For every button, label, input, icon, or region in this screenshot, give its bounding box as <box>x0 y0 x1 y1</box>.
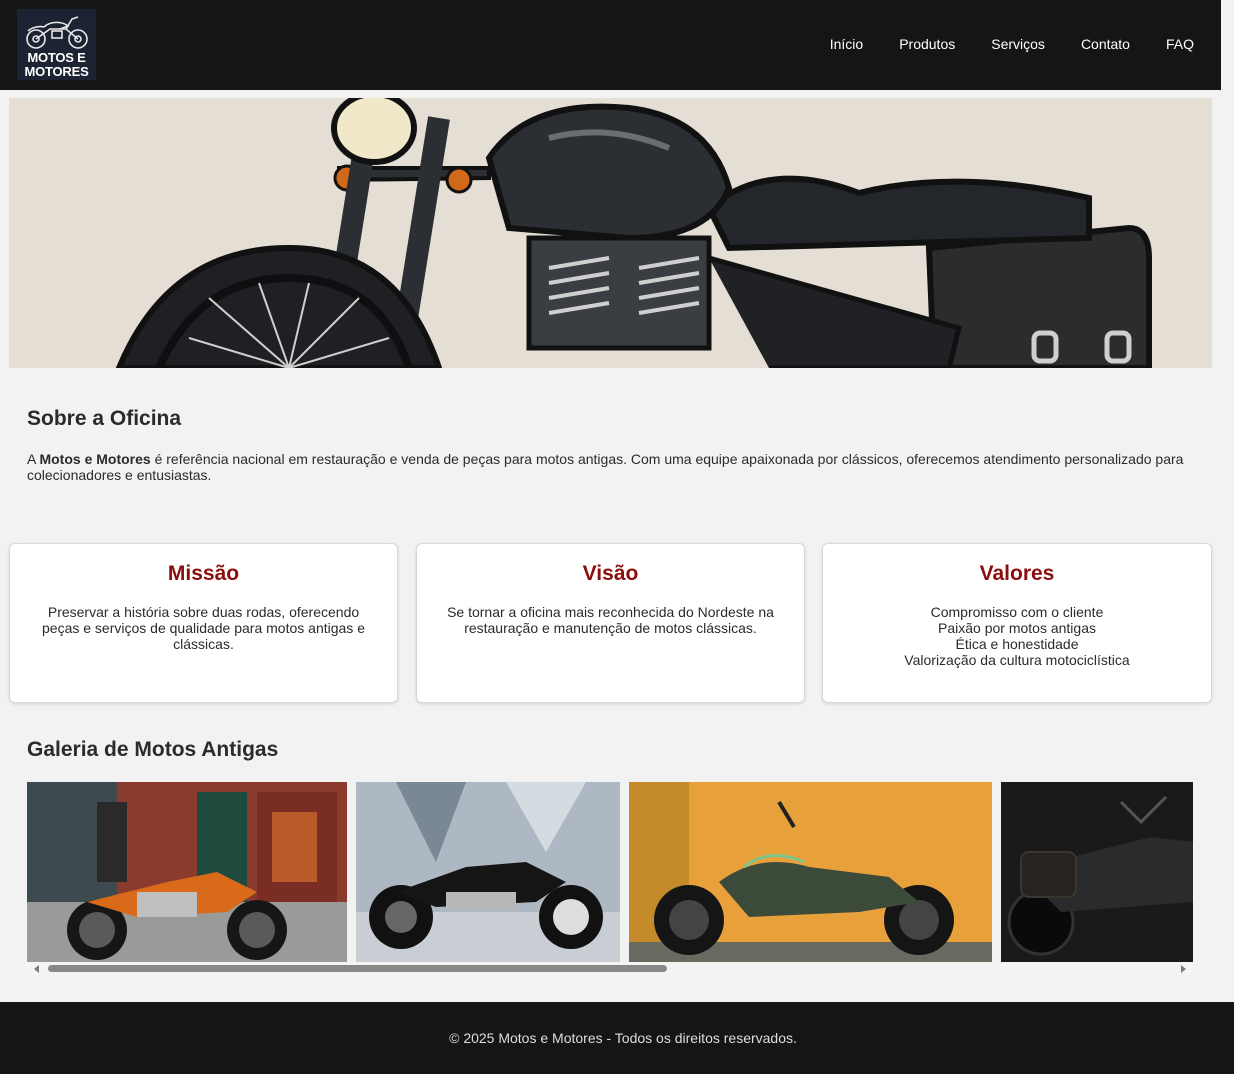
nav-link-contato[interactable]: Contato <box>1081 36 1130 52</box>
scroll-right-arrow-icon[interactable] <box>1181 965 1186 973</box>
site-logo[interactable]: MOTOS E MOTORES <box>17 9 96 80</box>
scroll-left-arrow-icon[interactable] <box>34 965 39 973</box>
values-item: Compromisso com o cliente <box>930 604 1104 620</box>
nav-link-servicos[interactable]: Serviços <box>991 36 1045 52</box>
main-nav: Início Produtos Serviços Contato FAQ <box>794 36 1194 52</box>
vision-card: Visão Se tornar a oficina mais reconheci… <box>416 543 805 703</box>
gallery-photo-3 <box>629 782 992 962</box>
nav-link-faq[interactable]: FAQ <box>1166 36 1194 52</box>
values-item: Valorização da cultura motociclística <box>904 652 1130 668</box>
gallery-image-black-cruiser[interactable] <box>356 782 620 962</box>
gallery-carousel[interactable] <box>27 782 1193 962</box>
site-footer: © 2025 Motos e Motores - Todos os direit… <box>0 1002 1234 1074</box>
logo-text: MOTOS E MOTORES <box>17 51 96 79</box>
motorcycle-logo-icon <box>26 16 88 49</box>
about-title: Sobre a Oficina <box>27 407 182 430</box>
gallery-image-green-bobber[interactable] <box>629 782 992 962</box>
site-header: MOTOS E MOTORES Início Produtos Serviços… <box>0 0 1221 90</box>
gallery-photo-4 <box>1001 782 1193 962</box>
gallery-image-orange-motorcycle[interactable] <box>27 782 347 962</box>
values-item: Paixão por motos antigas <box>938 620 1096 636</box>
logo-text-line2: MOTORES <box>24 64 89 79</box>
logo-text-line1: MOTOS E <box>27 50 86 65</box>
values-card: Valores Compromisso com o cliente Paixão… <box>822 543 1212 703</box>
hero-banner-image <box>9 98 1212 368</box>
nav-link-inicio[interactable]: Início <box>830 36 863 52</box>
scrollbar-thumb[interactable] <box>48 965 667 972</box>
nav-link-produtos[interactable]: Produtos <box>899 36 955 52</box>
about-text-body: é referência nacional em restauração e v… <box>27 451 1184 483</box>
gallery-horizontal-scrollbar[interactable] <box>27 962 1193 975</box>
hero-motorcycle-illustration <box>9 98 1212 368</box>
vision-title: Visão <box>582 562 639 585</box>
values-item: Ética e honestidade <box>955 636 1079 652</box>
about-text-prefix: A <box>27 451 40 467</box>
values-list: Compromisso com o cliente Paixão por mot… <box>847 604 1187 668</box>
gallery-image-dark-motorcycle[interactable] <box>1001 782 1193 962</box>
about-text: A Motos e Motores é referência nacional … <box>27 451 1197 483</box>
mission-text: Preservar a história sobre duas rodas, o… <box>42 604 365 652</box>
gallery-title: Galeria de Motos Antigas <box>27 738 279 761</box>
vision-text: Se tornar a oficina mais reconhecida do … <box>447 604 774 636</box>
about-text-brand: Motos e Motores <box>39 451 151 467</box>
gallery-photo-1 <box>27 782 347 962</box>
mission-title: Missão <box>167 562 240 585</box>
footer-copyright: © 2025 Motos e Motores - Todos os direit… <box>449 1030 797 1046</box>
values-title: Valores <box>979 562 1055 585</box>
mission-card: Missão Preservar a história sobre duas r… <box>9 543 398 703</box>
page-margin <box>1221 0 1234 1001</box>
gallery-photo-2 <box>356 782 620 962</box>
